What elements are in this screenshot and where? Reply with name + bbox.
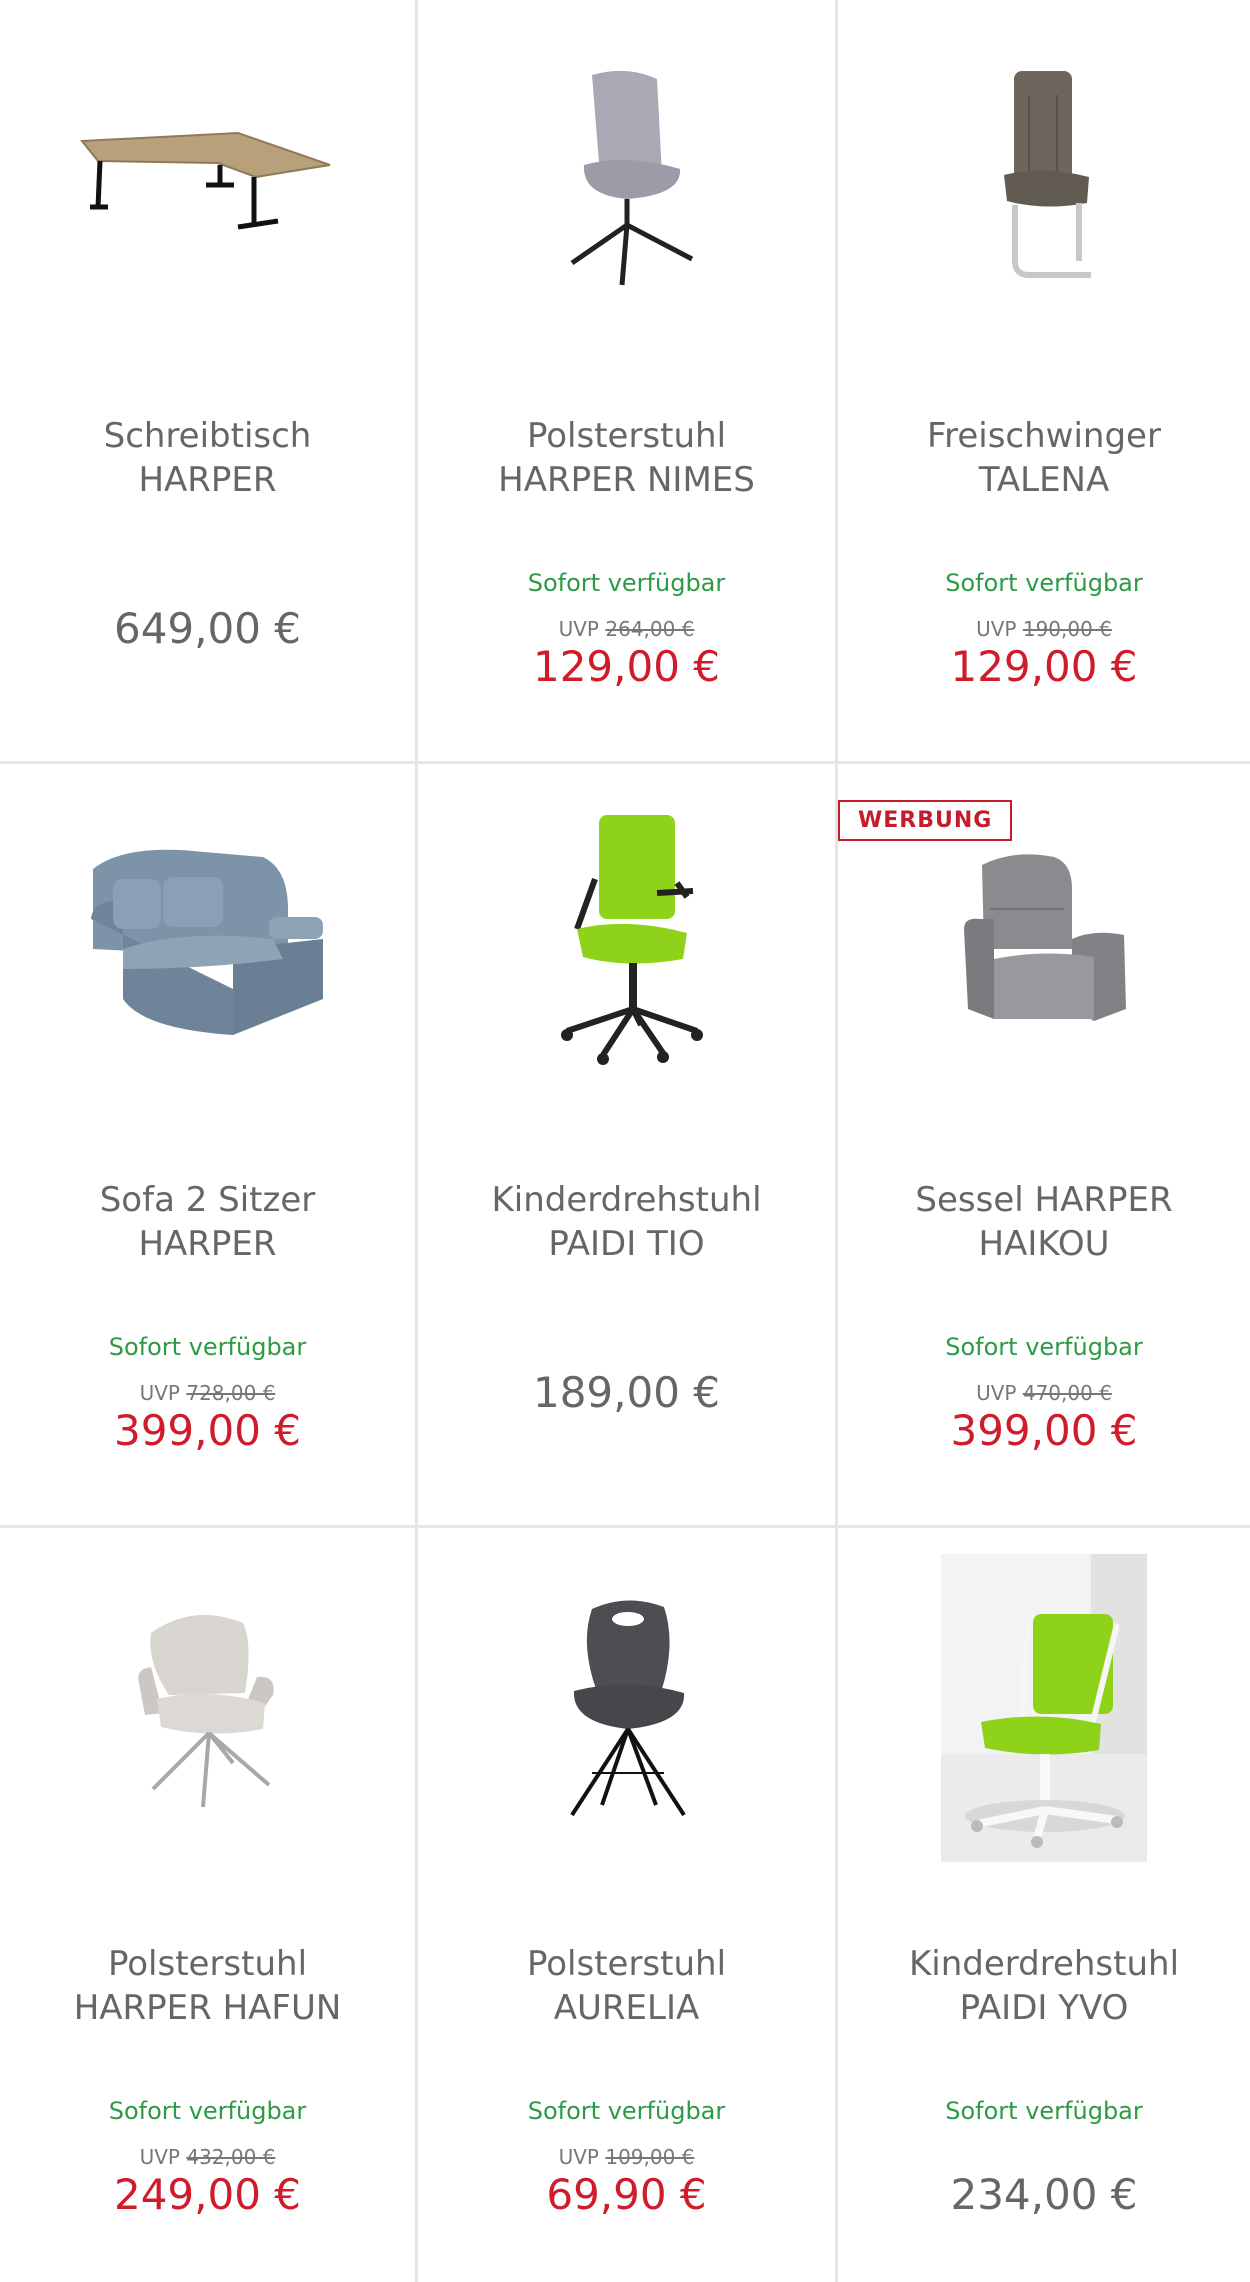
product-title-line2: AURELIA xyxy=(553,1988,700,2028)
product-title[interactable]: Schreibtisch HARPER xyxy=(20,414,395,502)
product-title[interactable]: Freischwinger TALENA xyxy=(858,414,1230,502)
uvp-line: UVP 432,00 € xyxy=(0,2145,415,2169)
product-card[interactable]: Polsterstuhl HARPER NIMES Sofort verfügb… xyxy=(418,0,838,764)
uvp-price: 432,00 € xyxy=(186,2145,276,2169)
product-card[interactable]: Sofa 2 Sitzer HARPER Sofort verfügbar UV… xyxy=(0,764,418,1528)
uvp-label: UVP xyxy=(558,2145,599,2169)
product-title[interactable]: Polsterstuhl AURELIA xyxy=(438,1942,815,2030)
product-title-line1: Polsterstuhl xyxy=(526,1944,727,1984)
product-price: 69,90 € xyxy=(546,2170,707,2219)
product-title-line1: Polsterstuhl xyxy=(107,1944,308,1984)
product-title-line2: PAIDI YVO xyxy=(959,1988,1129,2028)
availability-text: Sofort verfügbar xyxy=(945,569,1143,597)
product-title[interactable]: Kinderdrehstuhl PAIDI YVO xyxy=(858,1942,1230,2030)
product-price: 129,00 € xyxy=(532,642,721,691)
product-title-line2: HARPER xyxy=(138,460,277,500)
armchair-icon xyxy=(964,854,1126,1021)
cantilever-chair-icon xyxy=(1004,71,1091,278)
desk-icon xyxy=(79,131,330,230)
product-title-line2: HARPER xyxy=(138,1224,277,1264)
product-price: 189,00 € xyxy=(532,1368,721,1417)
office-chair-icon xyxy=(560,815,703,1065)
availability-text: Sofort verfügbar xyxy=(527,2097,726,2125)
product-image[interactable] xyxy=(838,1554,1250,1862)
product-price: 649,00 € xyxy=(113,604,302,653)
product-title-line1: Polsterstuhl xyxy=(526,416,727,456)
product-card[interactable]: Schreibtisch HARPER 649,00 € xyxy=(0,0,418,764)
uvp-price: 190,00 € xyxy=(1022,617,1112,641)
chair-icon xyxy=(569,1600,686,1817)
product-image[interactable] xyxy=(0,30,415,330)
product-image[interactable] xyxy=(0,1558,415,1858)
product-card[interactable]: Kinderdrehstuhl PAIDI YVO Sofort verfügb… xyxy=(838,1528,1250,2282)
product-title[interactable]: Kinderdrehstuhl PAIDI TIO xyxy=(438,1178,815,1266)
product-grid: Schreibtisch HARPER 649,00 € Polsterstuh… xyxy=(0,0,1250,2282)
product-price: 249,00 € xyxy=(113,2170,302,2219)
product-title-line2: HARPER HAFUN xyxy=(73,1988,342,2028)
uvp-label: UVP xyxy=(139,1381,180,1405)
product-image[interactable] xyxy=(418,1558,835,1858)
uvp-line: UVP 470,00 € xyxy=(838,1381,1250,1405)
uvp-price: 728,00 € xyxy=(186,1381,276,1405)
uvp-line: UVP 190,00 € xyxy=(838,617,1250,641)
uvp-price: 470,00 € xyxy=(1022,1381,1112,1405)
product-title[interactable]: Sessel HARPER HAIKOU xyxy=(858,1178,1230,1266)
product-title-line2: TALENA xyxy=(978,460,1110,500)
product-title[interactable]: Sofa 2 Sitzer HARPER xyxy=(20,1178,395,1266)
uvp-label: UVP xyxy=(976,617,1017,641)
chair-icon xyxy=(137,1615,274,1808)
uvp-line: UVP 264,00 € xyxy=(418,617,835,641)
product-title-line2: PAIDI TIO xyxy=(548,1224,705,1264)
sofa-icon xyxy=(90,849,323,1035)
uvp-label: UVP xyxy=(558,617,599,641)
product-card[interactable]: Polsterstuhl HARPER HAFUN Sofort verfügb… xyxy=(0,1528,418,2282)
product-price: 129,00 € xyxy=(950,642,1138,691)
product-card[interactable]: Polsterstuhl AURELIA Sofort verfügbar UV… xyxy=(418,1528,838,2282)
uvp-price: 109,00 € xyxy=(605,2145,695,2169)
uvp-label: UVP xyxy=(139,2145,180,2169)
product-title[interactable]: Polsterstuhl HARPER HAFUN xyxy=(20,1942,395,2030)
availability-text: Sofort verfügbar xyxy=(527,569,726,597)
product-card[interactable]: Kinderdrehstuhl PAIDI TIO 189,00 € xyxy=(418,764,838,1528)
product-card[interactable]: Freischwinger TALENA Sofort verfügbar UV… xyxy=(838,0,1250,764)
office-chair-icon xyxy=(941,1554,1147,1862)
product-title[interactable]: Polsterstuhl HARPER NIMES xyxy=(438,414,815,502)
product-title-line1: Kinderdrehstuhl xyxy=(491,1180,762,1220)
product-image[interactable] xyxy=(418,794,835,1094)
uvp-line: UVP 109,00 € xyxy=(418,2145,835,2169)
availability-text: Sofort verfügbar xyxy=(108,1333,307,1361)
availability-text: Sofort verfügbar xyxy=(945,1333,1143,1361)
product-price: 234,00 € xyxy=(950,2170,1138,2219)
uvp-price: 264,00 € xyxy=(605,617,695,641)
product-image[interactable] xyxy=(838,30,1250,330)
product-image[interactable] xyxy=(838,794,1250,1094)
product-price: 399,00 € xyxy=(950,1406,1138,1455)
product-card[interactable]: WERBUNG Sessel HARPER HAIKOU Sofort verf… xyxy=(838,764,1250,1528)
product-title-line1: Sofa 2 Sitzer xyxy=(99,1180,316,1220)
product-title-line1: Freischwinger xyxy=(927,416,1161,456)
product-title-line1: Sessel HARPER xyxy=(915,1180,1173,1220)
availability-text: Sofort verfügbar xyxy=(945,2097,1143,2125)
uvp-label: UVP xyxy=(976,1381,1017,1405)
product-title-line1: Kinderdrehstuhl xyxy=(908,1944,1180,1984)
product-title-line2: HARPER NIMES xyxy=(498,460,755,500)
availability-text: Sofort verfügbar xyxy=(108,2097,307,2125)
product-title-line2: HAIKOU xyxy=(978,1224,1110,1264)
product-image[interactable] xyxy=(0,794,415,1094)
product-title-line1: Schreibtisch xyxy=(103,416,312,456)
product-image[interactable] xyxy=(418,30,835,330)
product-price: 399,00 € xyxy=(113,1406,302,1455)
chair-icon xyxy=(570,70,693,286)
uvp-line: UVP 728,00 € xyxy=(0,1381,415,1405)
